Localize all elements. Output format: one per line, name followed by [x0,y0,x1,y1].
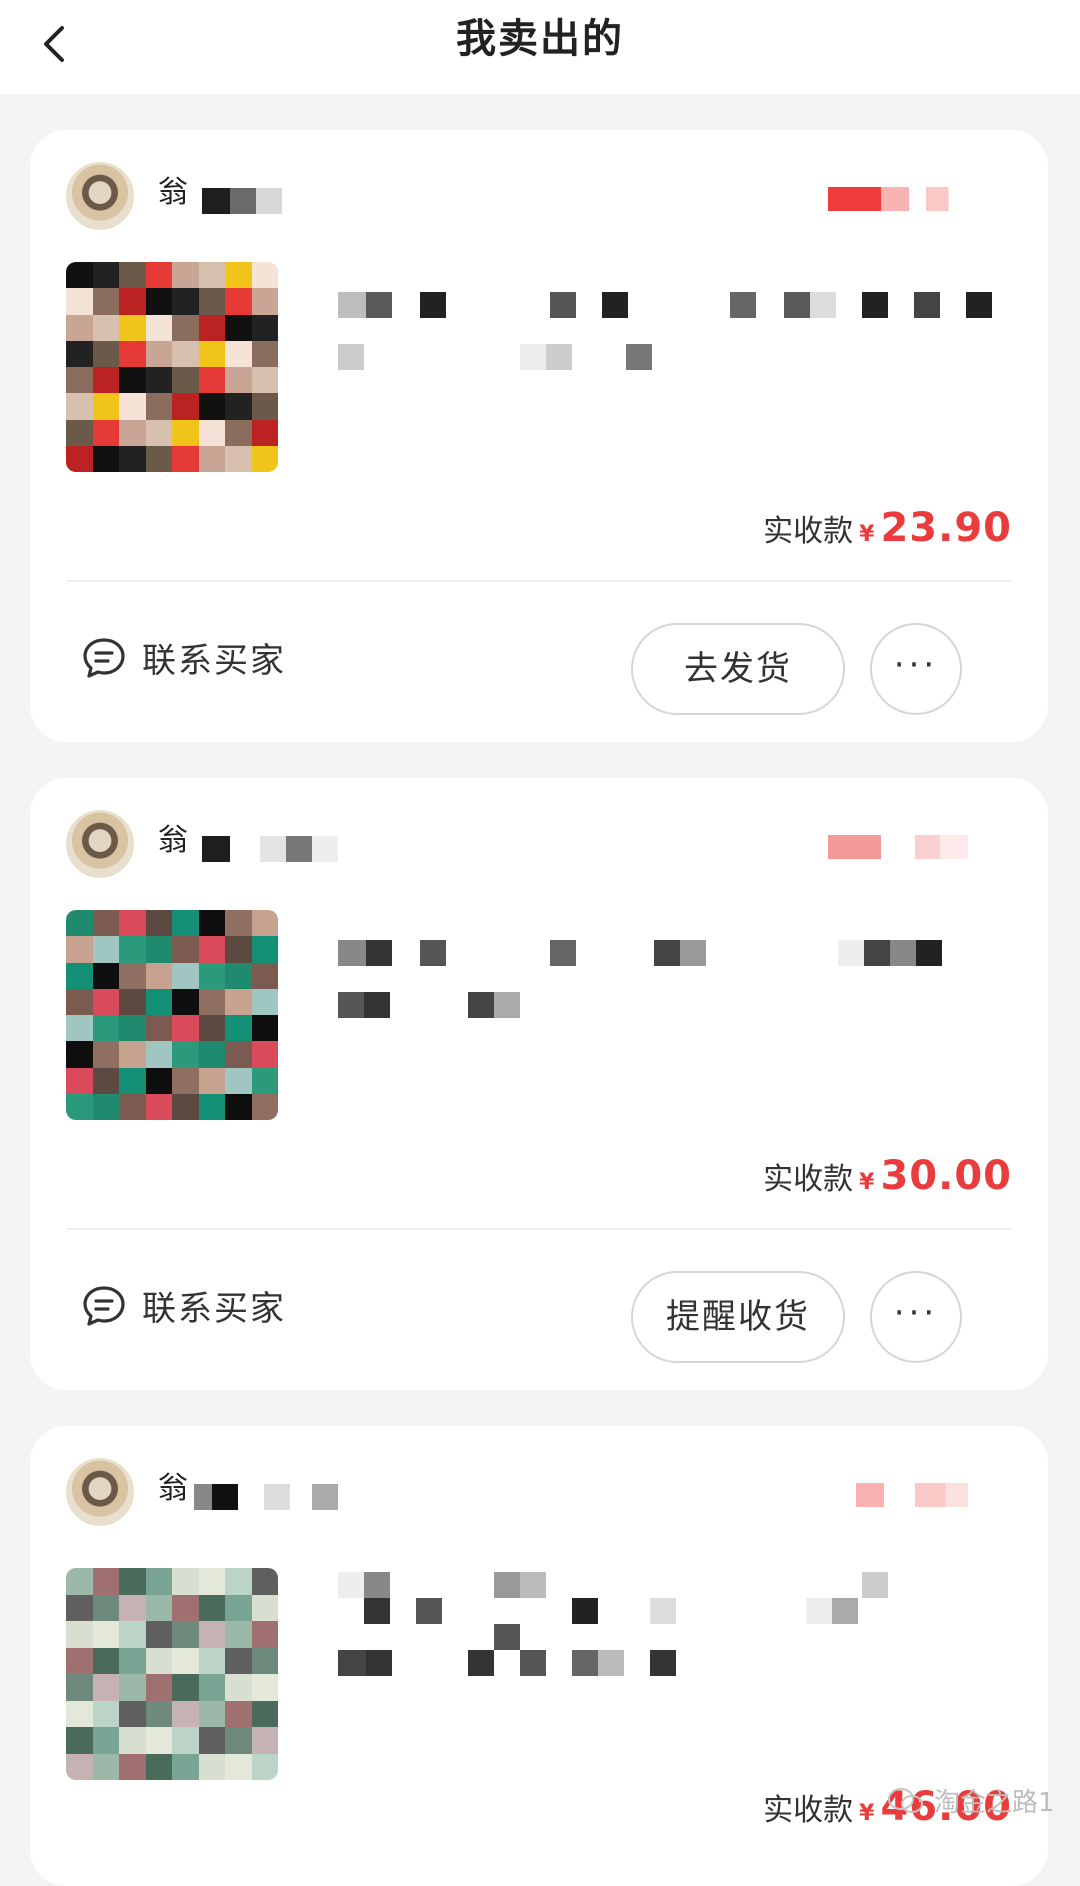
blurred-name [230,188,256,214]
received-amount: 实收款 ¥ 23.90 [763,505,1012,551]
order-status-blurred [828,187,968,211]
product-title-blurred[interactable] [338,1572,1018,1732]
product-thumbnail[interactable] [66,262,278,472]
chat-bubble-icon [80,634,128,682]
wechat-icon [888,1787,923,1813]
blurred-name [202,188,230,214]
more-options-button[interactable]: ··· [870,1271,962,1363]
product-title-blurred[interactable] [338,940,1018,1040]
product-thumbnail[interactable] [66,910,278,1120]
order-status-blurred [828,1483,968,1507]
price-value: 30.00 [880,1153,1012,1199]
blurred-name [312,1484,338,1510]
watermark-text: 淘金之路1 [934,1788,1055,1818]
remind-receipt-button[interactable]: 提醒收货 [631,1271,845,1363]
blurred-name [312,836,338,862]
product-thumbnail[interactable] [66,1568,278,1780]
price-label: 实收款 [763,1162,854,1197]
order-card[interactable]: 翁 实收款 ¥ 23.90 联系买家 去发货 ··· [30,130,1048,742]
contact-buyer-button[interactable]: 联系买家 [80,633,286,682]
watermark: 淘金之路1 [886,1782,1055,1819]
seller-name: 翁 [158,823,188,858]
blurred-name [202,836,230,862]
contact-buyer-label: 联系买家 [142,1289,286,1329]
more-options-button[interactable]: ··· [870,623,962,715]
seller-name: 翁 [158,175,188,210]
chat-bubble-icon [80,1282,128,1330]
seller-avatar [66,810,134,878]
price-value: 23.90 [880,505,1012,551]
order-status-blurred [828,835,968,859]
seller-avatar [66,1458,134,1526]
divider [66,1228,1012,1230]
blurred-name [212,1484,238,1510]
blurred-name [256,188,282,214]
price-label: 实收款 [763,514,854,549]
currency-symbol: ¥ [859,522,875,547]
top-nav-bar: 我卖出的 [0,0,1080,94]
blurred-name [264,1484,290,1510]
currency-symbol: ¥ [859,1801,875,1826]
seller-avatar [66,162,134,230]
product-title-blurred[interactable] [338,292,1018,392]
divider [66,580,1012,582]
currency-symbol: ¥ [859,1170,875,1195]
price-label: 实收款 [763,1793,854,1828]
order-card[interactable]: 翁 实收款 ¥ 30.00 联系买家 提醒收货 ··· [30,778,1048,1390]
blurred-name [286,836,312,862]
contact-buyer-button[interactable]: 联系买家 [80,1281,286,1330]
ship-button[interactable]: 去发货 [631,623,845,715]
received-amount: 实收款 ¥ 30.00 [763,1153,1012,1199]
page-title: 我卖出的 [456,16,624,62]
blurred-name [260,836,286,862]
contact-buyer-label: 联系买家 [142,641,286,681]
seller-name: 翁 [158,1471,188,1506]
